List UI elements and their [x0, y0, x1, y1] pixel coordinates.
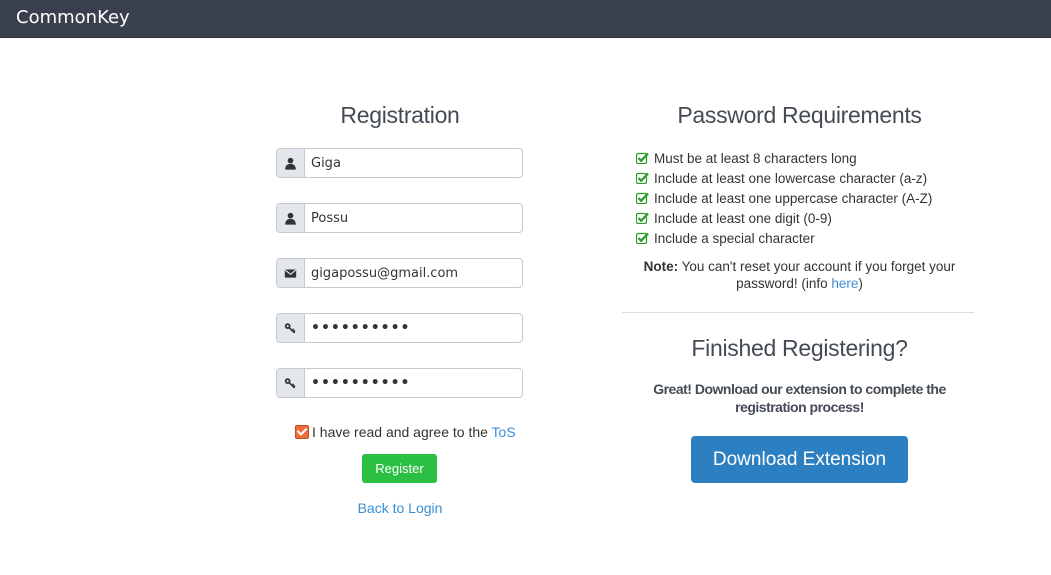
checkbox-checked-icon — [636, 152, 649, 164]
first-name-group — [276, 148, 523, 178]
app-brand[interactable]: CommonKey — [16, 7, 130, 28]
requirement-item: Include at least one lowercase character… — [636, 170, 932, 190]
password-note: Note: You can't reset your account if yo… — [624, 258, 975, 292]
confirm-password-group — [276, 368, 523, 398]
back-to-login-link[interactable]: Back to Login — [358, 500, 443, 516]
navbar: CommonKey — [0, 0, 1051, 38]
key-icon — [277, 369, 305, 397]
requirements-list: Must be at least 8 characters long Inclu… — [636, 150, 932, 250]
requirement-item: Include at least one digit (0-9) — [636, 210, 932, 230]
requirement-item: Include a special character — [636, 230, 932, 250]
requirements-title: Password Requirements — [677, 102, 922, 128]
download-extension-button[interactable]: Download Extension — [691, 436, 908, 483]
finished-message: Great! Download our extension to complet… — [653, 381, 946, 415]
password-input[interactable] — [305, 314, 521, 342]
last-name-group — [276, 203, 523, 233]
note-text: You can't reset your account if you forg… — [678, 259, 956, 291]
envelope-icon — [277, 259, 305, 287]
note-end: ) — [858, 276, 863, 291]
tos-link[interactable]: ToS — [492, 424, 516, 440]
info-here-link[interactable]: here — [831, 276, 858, 291]
requirement-item: Include at least one uppercase character… — [636, 190, 932, 210]
checkbox-checked-icon — [636, 172, 649, 184]
email-group — [276, 258, 523, 288]
password-group — [276, 313, 523, 343]
note-label: Note: — [643, 259, 679, 274]
finished-title: Finished Registering? — [691, 335, 908, 361]
last-name-input[interactable] — [305, 204, 521, 232]
tos-checkbox[interactable] — [295, 425, 309, 439]
requirement-item: Must be at least 8 characters long — [636, 150, 932, 170]
checkbox-checked-icon — [636, 232, 649, 244]
registration-title: Registration — [340, 102, 460, 128]
user-icon — [277, 149, 305, 177]
section-divider — [622, 312, 974, 313]
tos-text: I have read and agree to the — [312, 424, 492, 440]
confirm-password-input[interactable] — [305, 369, 521, 397]
user-icon — [277, 204, 305, 232]
email-input[interactable] — [305, 259, 521, 287]
tos-agreement: I have read and agree to the ToS — [295, 424, 516, 440]
register-button[interactable]: Register — [362, 454, 437, 483]
checkbox-checked-icon — [636, 192, 649, 204]
key-icon — [277, 314, 305, 342]
checkbox-checked-icon — [636, 212, 649, 224]
first-name-input[interactable] — [305, 149, 521, 177]
back-to-login: Back to Login — [300, 500, 500, 516]
